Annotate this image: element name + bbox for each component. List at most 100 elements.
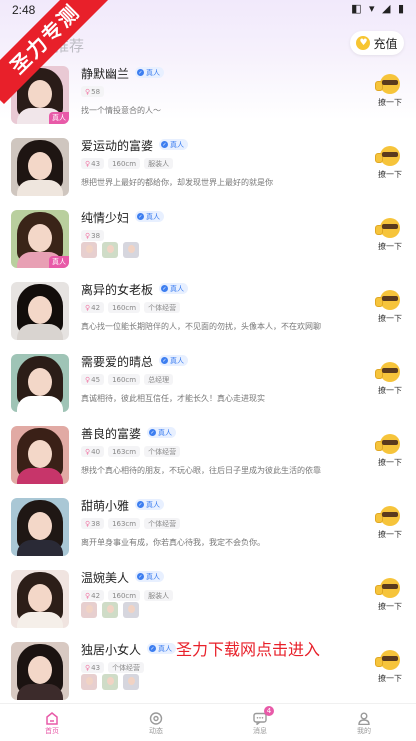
wave-button[interactable]: 撩一下	[375, 74, 404, 118]
user-bio: 离开单身事业有成，你若真心待我，我定不会负你。	[81, 538, 265, 547]
wave-button[interactable]: 撩一下	[375, 146, 404, 190]
avatar[interactable]: 真人	[11, 210, 69, 268]
avatar[interactable]	[11, 138, 69, 196]
photo-thumbnail[interactable]	[81, 242, 97, 258]
wave-button[interactable]: 撩一下	[375, 290, 404, 334]
photo-face	[107, 245, 114, 253]
user-bio: 想找个真心相待的朋友，不玩心眼，往后日子里成为彼此生活的依靠	[81, 466, 321, 475]
info-tag: 163cm	[108, 518, 141, 529]
tab-home[interactable]: 首页	[0, 704, 104, 741]
avatar[interactable]	[11, 570, 69, 628]
photo-thumbnail[interactable]	[123, 602, 139, 618]
avatar[interactable]	[11, 282, 69, 340]
user-name[interactable]: 需要爱的晴总	[81, 353, 153, 370]
user-name[interactable]: 温婉美人	[81, 569, 129, 586]
verified-label: 真人	[158, 644, 172, 653]
tag-label: 160cm	[112, 303, 137, 312]
avatar[interactable]	[11, 498, 69, 556]
tag-label: 服装人	[148, 591, 170, 600]
wave-button[interactable]: 撩一下	[375, 434, 404, 478]
user-card[interactable]: 善良的富婆 ✓ 真人 ♀ 40 163cm 个体经营 想找个真心相待的朋友，不玩心眼，往后日子…	[0, 422, 416, 494]
photo-thumbnail[interactable]	[81, 602, 97, 618]
photo-thumbnail[interactable]	[102, 602, 118, 618]
photo-face	[107, 605, 114, 613]
user-name[interactable]: 离异的女老板	[81, 281, 153, 298]
status-time: 2:48	[12, 3, 36, 17]
verified-badge: ✓ 真人	[135, 211, 164, 222]
avatar-face	[28, 152, 52, 180]
female-icon: ♀	[85, 591, 91, 600]
avatar[interactable]	[11, 642, 69, 700]
female-icon: ♀	[85, 231, 91, 240]
female-icon: ♀	[85, 87, 91, 96]
sunglasses-shape	[382, 368, 398, 373]
age-tag: ♀ 43	[81, 158, 105, 169]
info-tag: 160cm	[108, 302, 141, 313]
tab-message[interactable]: 4 消息	[208, 704, 312, 741]
photo-thumbnail[interactable]	[123, 674, 139, 690]
user-tags: ♀ 43 个体经营	[81, 662, 145, 673]
sunglasses-emoji-icon	[375, 506, 400, 526]
user-name[interactable]: 善良的富婆	[81, 425, 141, 442]
wave-button[interactable]: 撩一下	[375, 506, 404, 550]
info-tag: 总经理	[144, 374, 174, 385]
info-tag: 个体经营	[144, 446, 181, 457]
user-card[interactable]: 爱运动的富婆 ✓ 真人 ♀ 43 160cm 服装人 想把世界上最好的都给你，却发现世界上最好…	[0, 134, 416, 206]
tag-label: 40	[91, 447, 101, 456]
watermark-link-text[interactable]: 圣力下载网点击进入	[176, 636, 320, 660]
user-name[interactable]: 甜萌小雅	[81, 497, 129, 514]
wave-label: 撩一下	[378, 458, 402, 467]
check-icon: ✓	[149, 429, 156, 436]
sunglasses-shape	[382, 584, 398, 589]
sunglasses-shape	[382, 152, 398, 157]
avatar-body	[17, 540, 63, 556]
age-tag: ♀ 42	[81, 590, 105, 601]
user-card[interactable]: 离异的女老板 ✓ 真人 ♀ 42 160cm 个体经营 真心找一位能长期陪伴的人，不见面的勿扰…	[0, 278, 416, 350]
tab-label: 动态	[149, 727, 163, 735]
verified-badge: ✓ 真人	[159, 139, 188, 150]
user-name[interactable]: 独居小女人	[81, 641, 141, 658]
info-tag: 个体经营	[108, 662, 145, 673]
user-name[interactable]: 爱运动的富婆	[81, 137, 153, 154]
wave-button[interactable]: 撩一下	[375, 578, 404, 622]
tab-moments[interactable]: 动态	[104, 704, 208, 741]
wave-button[interactable]: 撩一下	[375, 362, 404, 406]
photo-thumbnail[interactable]	[102, 674, 118, 690]
user-card[interactable]: 温婉美人 ✓ 真人 ♀ 42 160cm 服装人 撩一下	[0, 566, 416, 638]
status-icons: ◧ ▾ ◢ ▮	[351, 2, 406, 15]
info-tag: 服装人	[144, 158, 174, 169]
tag-label: 总经理	[148, 375, 170, 384]
info-tag: 服装人	[144, 590, 174, 601]
avatar-body	[17, 396, 63, 412]
real-person-tag: 真人	[49, 112, 69, 124]
avatar[interactable]	[11, 426, 69, 484]
verified-badge: ✓ 真人	[159, 355, 188, 366]
tag-label: 服装人	[148, 159, 170, 168]
wave-label: 撩一下	[378, 314, 402, 323]
wave-button[interactable]: 撩一下	[375, 650, 404, 694]
tag-label: 38	[91, 519, 101, 528]
check-icon: ✓	[161, 285, 168, 292]
user-card[interactable]: 真人 静默幽兰 ✓ 真人 ♀ 58 找一个情投意合的人～ 撩一下	[0, 62, 416, 134]
user-card[interactable]: 真人 纯情少妇 ✓ 真人 ♀ 38 撩一下	[0, 206, 416, 278]
photo-thumbnail[interactable]	[123, 242, 139, 258]
user-name[interactable]: 静默幽兰	[81, 65, 129, 82]
sunglasses-emoji-icon	[375, 290, 400, 310]
info-tag: 160cm	[108, 374, 141, 385]
photo-face	[86, 677, 93, 685]
user-card[interactable]: 甜萌小雅 ✓ 真人 ♀ 38 163cm 个体经营 离开单身事业有成，你若真心待我，我定不会负…	[0, 494, 416, 566]
age-tag: ♀ 45	[81, 374, 105, 385]
verified-label: 真人	[170, 356, 184, 365]
avatar[interactable]	[11, 354, 69, 412]
info-tag: 个体经营	[144, 302, 181, 313]
user-name[interactable]: 纯情少妇	[81, 209, 129, 226]
tag-label: 42	[91, 591, 101, 600]
tab-profile[interactable]: 我的	[312, 704, 416, 741]
wave-button[interactable]: 撩一下	[375, 218, 404, 262]
photo-thumbnail[interactable]	[81, 674, 97, 690]
photo-thumbnail[interactable]	[102, 242, 118, 258]
user-tags: ♀ 40 163cm 个体经营	[81, 446, 181, 457]
user-card[interactable]: 需要爱的晴总 ✓ 真人 ♀ 45 160cm 总经理 真诚相待，彼此相互信任，才能长久！真心走…	[0, 350, 416, 422]
avatar-face	[28, 440, 52, 468]
recharge-button[interactable]: ♥ 充值	[350, 31, 404, 55]
